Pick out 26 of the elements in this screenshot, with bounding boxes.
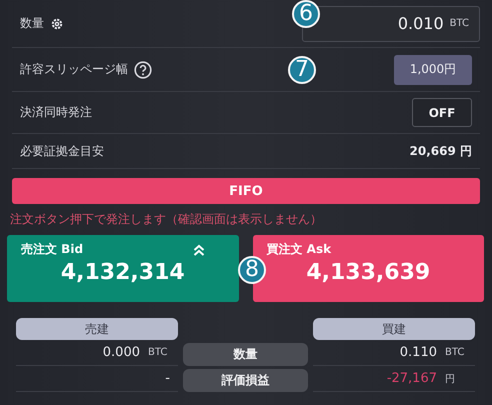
column-header: 買建 [313, 318, 475, 340]
slippage-button[interactable]: 1,000円 [394, 54, 472, 84]
fifo-button[interactable]: FIFO [12, 178, 480, 204]
toggle-button[interactable]: OFF [412, 98, 472, 127]
gear-icon [50, 16, 64, 30]
callout-badge: 6 [292, 0, 320, 28]
callout-badge: 7 [288, 56, 316, 84]
position-value: -27,167 [386, 371, 437, 386]
position-value: 0.000 [102, 345, 140, 360]
position-value: 0.110 [400, 345, 437, 360]
unit-label: BTC [445, 347, 466, 358]
row-label: 数量 [183, 342, 308, 366]
field-label: 数量 [20, 15, 44, 32]
notice-text: 注文ボタン押下で発注します（確認画面は表示しません） [10, 211, 323, 228]
field-label: 許容スリッページ幅 [20, 61, 128, 78]
position-value: - [165, 371, 170, 386]
margin-value: 20,669 円 [410, 142, 472, 160]
field-label: 必要証拠金目安 [20, 142, 104, 160]
field-label: 決済同時発注 [20, 104, 92, 121]
help-icon [134, 60, 152, 78]
unit-label: BTC [148, 347, 168, 358]
row-label: 評価損益 [183, 368, 308, 392]
unit-label: 円 [445, 372, 456, 386]
double-chevron-up-icon [192, 244, 204, 256]
column-header: 売建 [16, 318, 178, 340]
sell-order-button[interactable]: 売注文 Bid 4,132,314 [7, 235, 238, 302]
